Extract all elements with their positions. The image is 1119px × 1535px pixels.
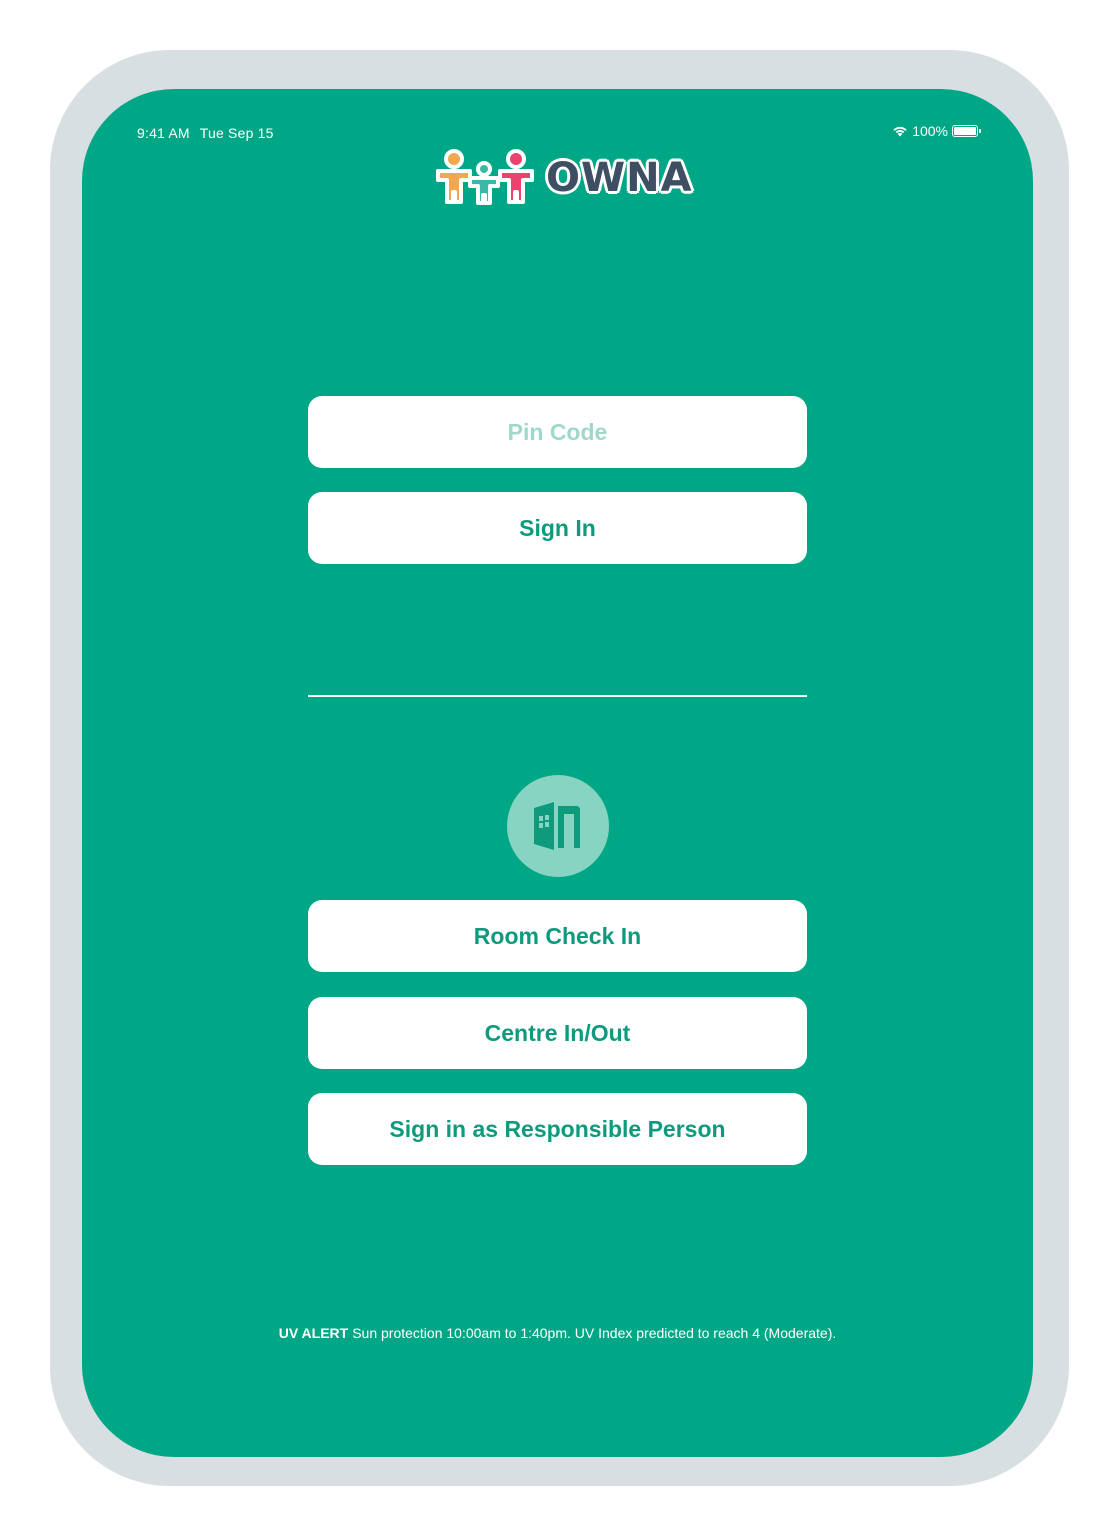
uv-alert-message: Sun protection 10:00am to 1:40pm. UV Ind… bbox=[352, 1325, 837, 1341]
logo-wordmark: OWNA bbox=[546, 155, 693, 201]
responsible-person-button[interactable]: Sign in as Responsible Person bbox=[308, 1093, 807, 1165]
section-divider bbox=[308, 695, 807, 697]
uv-alert-title: UV ALERT bbox=[278, 1325, 349, 1341]
status-bar-left: 9:41 AM Tue Sep 15 bbox=[137, 125, 274, 141]
battery-icon bbox=[952, 125, 981, 137]
children-figures-icon bbox=[436, 149, 534, 205]
door-window-icon bbox=[534, 802, 580, 850]
status-time: 9:41 AM bbox=[137, 125, 190, 141]
status-bar-right: 100% bbox=[892, 123, 981, 139]
uv-alert-banner: UV ALERT Sun protection 10:00am to 1:40pm… bbox=[82, 1325, 1033, 1341]
sign-in-button[interactable]: Sign In bbox=[308, 492, 807, 564]
app-screen: 9:41 AM Tue Sep 15 100% OWNA Sign In Roo… bbox=[82, 89, 1033, 1457]
owna-logo: OWNA bbox=[434, 147, 693, 209]
room-check-in-button[interactable]: Room Check In bbox=[308, 900, 807, 972]
battery-percent: 100% bbox=[912, 123, 948, 139]
room-door-icon bbox=[507, 775, 609, 877]
centre-in-out-button[interactable]: Centre In/Out bbox=[308, 997, 807, 1069]
pin-code-input[interactable] bbox=[308, 396, 807, 468]
status-date: Tue Sep 15 bbox=[199, 125, 274, 141]
wifi-icon bbox=[893, 126, 907, 137]
